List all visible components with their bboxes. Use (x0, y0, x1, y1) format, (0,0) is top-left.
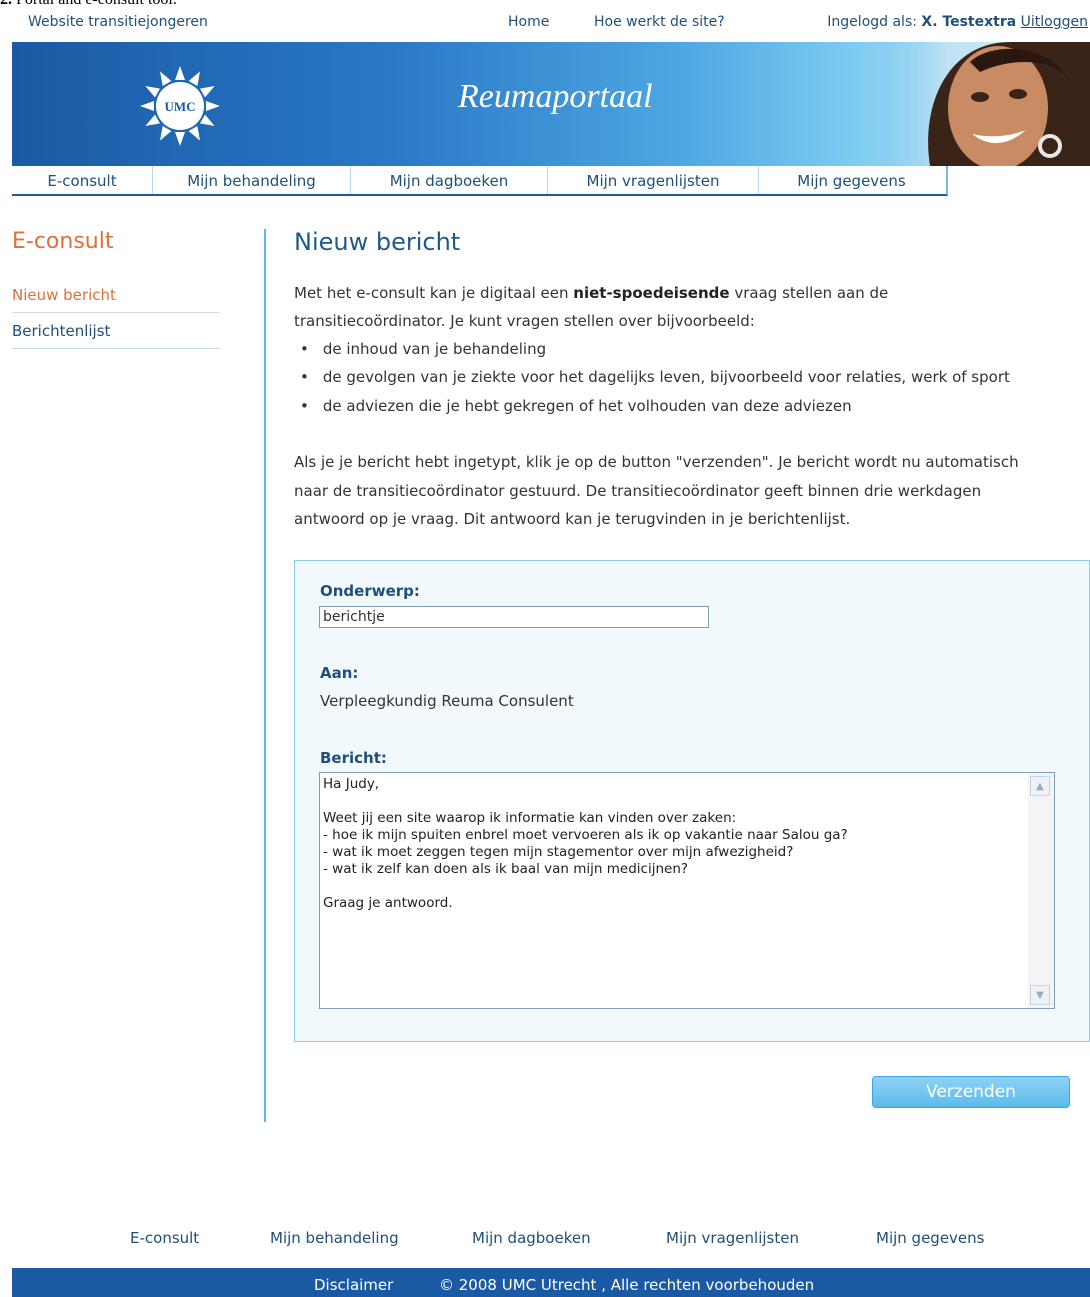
subject-label: Onderwerp: (320, 582, 420, 600)
disclaimer-link[interactable]: Disclaimer (314, 1276, 393, 1294)
message-textarea[interactable]: Ha Judy, Weet jij een site waarop ik inf… (319, 772, 1055, 1009)
how-it-works-link[interactable]: Hoe werkt de site? (594, 14, 725, 30)
info-line-2: naar de transitiecoördinator gestuurd. D… (294, 482, 982, 500)
recipient-value: Verpleegkundig Reuma Consulent (320, 692, 574, 710)
scroll-up-icon[interactable]: ▲ (1030, 776, 1050, 796)
sidebar-title: E-consult (12, 229, 114, 254)
footer-nav-e-consult[interactable]: E-consult (130, 1229, 199, 1247)
portal-title: Reumaportaal (458, 78, 653, 115)
logo-text: UMC (164, 99, 195, 114)
main-nav: E-consult Mijn behandeling Mijn dagboeke… (12, 166, 948, 196)
logged-in-label: Ingelogd als: (827, 14, 917, 30)
nav-mijn-behandeling[interactable]: Mijn behandeling (153, 166, 351, 194)
intro-text-start: Met het e-consult kan je digitaal een (294, 284, 569, 302)
header-banner: UMC Reumaportaal (12, 42, 1090, 166)
bullet-item: de inhoud van je behandeling (300, 340, 546, 358)
message-text[interactable]: Ha Judy, Weet jij een site waarop ik inf… (323, 776, 1023, 912)
home-link[interactable]: Home (508, 14, 549, 30)
info-line-1: Als je je bericht hebt ingetypt, klik je… (294, 453, 1019, 471)
nav-mijn-vragenlijsten[interactable]: Mijn vragenlijsten (548, 166, 759, 194)
content-divider (264, 229, 266, 1122)
footer-nav-mijn-dagboeken[interactable]: Mijn dagboeken (472, 1229, 591, 1247)
to-label: Aan: (320, 664, 359, 682)
intro-text-bold: niet-spoedeisende (573, 284, 730, 302)
subject-input[interactable] (319, 606, 709, 628)
footer-nav-mijn-gegevens[interactable]: Mijn gegevens (876, 1229, 984, 1247)
site-link[interactable]: Website transitiejongeren (28, 14, 208, 30)
footer-nav-mijn-vragenlijsten[interactable]: Mijn vragenlijsten (666, 1229, 799, 1247)
umc-logo-icon: UMC (140, 66, 220, 146)
girl-photo-image (870, 42, 1090, 166)
message-scrollbar[interactable]: ▲ ▼ (1028, 773, 1054, 1008)
sidebar-item-nieuw-bericht[interactable]: Nieuw bericht (12, 277, 220, 313)
footer-nav-mijn-behandeling[interactable]: Mijn behandeling (270, 1229, 399, 1247)
copyright-text: © 2008 UMC Utrecht , Alle rechten voorbe… (439, 1276, 815, 1294)
intro-line-1: Met het e-consult kan je digitaal een ni… (294, 279, 888, 307)
login-status: Ingelogd als: X. Testextra Uitloggen (827, 14, 1088, 30)
user-name: X. Testextra (921, 14, 1017, 30)
bullet-item: de gevolgen van je ziekte voor het dagel… (300, 368, 1010, 386)
bullet-item: de adviezen die je hebt gekregen of het … (300, 397, 852, 415)
intro-line-2: transitiecoördinator. Je kunt vragen ste… (294, 312, 755, 330)
logout-link[interactable]: Uitloggen (1021, 14, 1088, 30)
page-title: Nieuw bericht (294, 228, 461, 256)
send-button[interactable]: Verzenden (872, 1076, 1070, 1108)
nav-e-consult[interactable]: E-consult (12, 166, 153, 194)
scroll-down-icon[interactable]: ▼ (1030, 985, 1050, 1005)
info-line-3: antwoord op je vraag. Dit antwoord kan j… (294, 510, 851, 528)
nav-mijn-dagboeken[interactable]: Mijn dagboeken (351, 166, 548, 194)
sidebar-item-berichtenlijst[interactable]: Berichtenlijst (12, 313, 220, 349)
message-label: Bericht: (320, 749, 387, 767)
footer-bar: Disclaimer © 2008 UMC Utrecht , Alle rec… (12, 1268, 1090, 1297)
intro-text-end: vraag stellen aan de (734, 284, 889, 302)
nav-mijn-gegevens[interactable]: Mijn gegevens (759, 166, 944, 194)
top-bar: Website transitiejongeren Home Hoe werkt… (0, 0, 1090, 42)
